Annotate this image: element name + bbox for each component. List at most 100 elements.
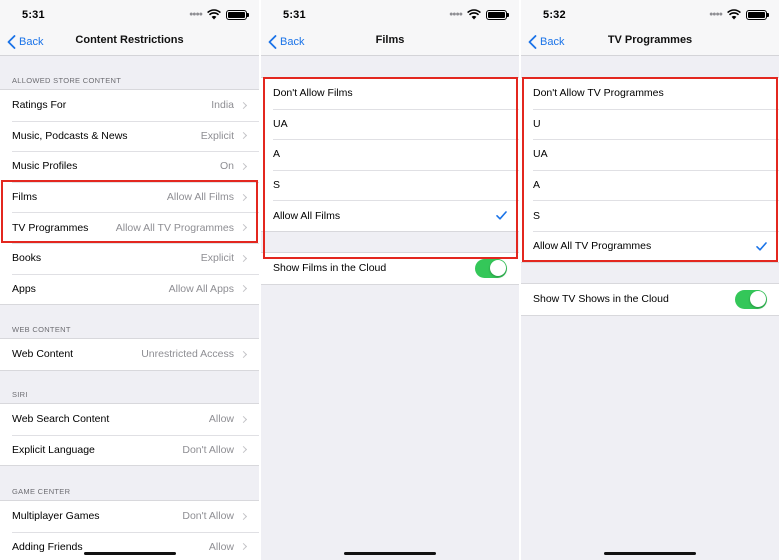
row-adding-friends[interactable]: Adding Friends Allow: [0, 531, 259, 560]
row-tv-programmes[interactable]: TV Programmes Allow All TV Programmes: [0, 212, 259, 243]
option-ua[interactable]: UA: [521, 139, 779, 170]
row-value: Allow All Apps: [168, 282, 234, 295]
status-bar: 5:31 ●●●●: [261, 0, 519, 28]
checkmark-icon: [756, 241, 767, 251]
row-films[interactable]: Films Allow All Films: [0, 181, 259, 213]
row-label: Books: [12, 252, 42, 265]
chevron-right-icon: [239, 162, 248, 171]
back-label: Back: [280, 36, 305, 48]
option-label: A: [533, 179, 541, 192]
option-label: S: [533, 209, 541, 222]
row-value: Unrestricted Access: [141, 348, 234, 361]
films-screen: 5:31 ●●●● Back Films Don't Allow Films U…: [261, 0, 519, 560]
row-show-films-cloud: Show Films in the Cloud: [261, 253, 519, 284]
row-books[interactable]: Books Explicit: [0, 242, 259, 274]
tv-rating-options: Don't Allow TV Programmes U UA A S Allow…: [521, 77, 779, 263]
option-dont-allow-tv[interactable]: Don't Allow TV Programmes: [521, 78, 779, 109]
status-time: 5:31: [283, 9, 306, 21]
row-value: Allow: [208, 413, 234, 426]
row-value: Don't Allow: [182, 443, 234, 456]
status-time: 5:31: [22, 9, 45, 21]
home-indicator: [604, 552, 696, 555]
option-label: UA: [273, 117, 288, 130]
toggle-label: Show TV Shows in the Cloud: [533, 293, 669, 306]
cloud-group: Show Films in the Cloud: [261, 252, 519, 285]
home-indicator: [344, 552, 436, 555]
option-a[interactable]: A: [261, 139, 519, 170]
chevron-right-icon: [239, 132, 248, 140]
signal-dots-icon: ●●●●: [449, 11, 463, 18]
option-u[interactable]: U: [521, 108, 779, 140]
chevron-right-icon: [239, 543, 248, 551]
content-restrictions-screen: 5:31 ●●●● Back Content Restrictions ALLO…: [0, 0, 259, 560]
checkmark-icon: [496, 211, 507, 220]
navigation-bar: Back TV Programmes: [521, 28, 779, 56]
wifi-icon: [727, 9, 741, 20]
back-button[interactable]: Back: [7, 32, 43, 52]
signal-dots-icon: ●●●●: [189, 11, 203, 18]
row-value: Explicit: [200, 252, 234, 265]
option-s[interactable]: S: [261, 169, 519, 201]
wifi-icon: [207, 9, 221, 20]
show-tv-cloud-toggle[interactable]: [735, 289, 767, 309]
film-rating-options: Don't Allow Films UA A S Allow All Films: [261, 77, 519, 232]
row-label: Adding Friends: [12, 540, 83, 553]
row-label: Films: [12, 191, 38, 204]
option-a[interactable]: A: [521, 169, 779, 201]
row-value: Allow All Films: [166, 191, 234, 204]
row-ratings-for[interactable]: Ratings For India: [0, 90, 259, 121]
row-label: Music, Podcasts & News: [12, 129, 128, 142]
option-ua[interactable]: UA: [261, 108, 519, 140]
row-label: Web Content: [12, 348, 74, 361]
row-web-content[interactable]: Web Content Unrestricted Access: [0, 339, 259, 370]
row-label: Multiplayer Games: [12, 510, 100, 523]
chevron-right-icon: [239, 446, 248, 454]
row-value: Don't Allow: [182, 510, 234, 523]
toggle-label: Show Films in the Cloud: [273, 262, 387, 275]
signal-dots-icon: ●●●●: [709, 11, 723, 18]
back-button[interactable]: Back: [268, 32, 304, 52]
game-center-group: Multiplayer Games Don't Allow Adding Fri…: [0, 500, 259, 560]
wifi-icon: [467, 9, 481, 20]
row-label: Apps: [12, 282, 36, 295]
chevron-right-icon: [239, 285, 248, 293]
battery-icon: [746, 9, 769, 20]
option-label: U: [533, 117, 541, 130]
row-value: On: [219, 160, 234, 173]
chevron-right-icon: [239, 101, 248, 109]
option-allow-all-tv[interactable]: Allow All TV Programmes: [521, 230, 779, 262]
web-content-group: Web Content Unrestricted Access: [0, 338, 259, 371]
navigation-bar: Back Films: [261, 28, 519, 56]
row-apps[interactable]: Apps Allow All Apps: [0, 273, 259, 305]
chevron-right-icon: [239, 415, 248, 423]
row-label: Explicit Language: [12, 443, 95, 456]
chevron-right-icon: [239, 512, 248, 520]
chevron-right-icon: [239, 254, 248, 262]
option-label: S: [273, 179, 281, 192]
back-button[interactable]: Back: [528, 32, 564, 52]
row-explicit-language[interactable]: Explicit Language Don't Allow: [0, 434, 259, 466]
row-multiplayer-games[interactable]: Multiplayer Games Don't Allow: [0, 501, 259, 532]
status-bar: 5:31 ●●●●: [0, 0, 259, 28]
section-header-game-center: GAME CENTER: [12, 487, 71, 496]
row-value: Allow: [208, 540, 234, 553]
row-music-profiles[interactable]: Music Profiles On: [0, 151, 259, 182]
option-allow-all-films[interactable]: Allow All Films: [261, 200, 519, 231]
row-label: Web Search Content: [12, 413, 110, 426]
chevron-right-icon: [239, 350, 248, 358]
option-s[interactable]: S: [521, 200, 779, 231]
cloud-group: Show TV Shows in the Cloud: [521, 283, 779, 316]
battery-icon: [486, 9, 509, 20]
tv-programmes-screen: 5:32 ●●●● Back TV Programmes Don't Allow…: [521, 0, 779, 560]
option-label: Allow All Films: [273, 209, 341, 222]
show-films-cloud-toggle[interactable]: [475, 258, 507, 278]
row-value: Allow All TV Programmes: [115, 221, 234, 234]
back-chevron-icon: [7, 35, 16, 49]
row-label: Music Profiles: [12, 160, 78, 173]
row-web-search-content[interactable]: Web Search Content Allow: [0, 404, 259, 435]
option-label: Allow All TV Programmes: [533, 240, 652, 253]
row-label: TV Programmes: [12, 221, 89, 234]
row-music-podcasts-news[interactable]: Music, Podcasts & News Explicit: [0, 120, 259, 152]
option-dont-allow-films[interactable]: Don't Allow Films: [261, 78, 519, 109]
option-label: Don't Allow TV Programmes: [533, 87, 664, 100]
